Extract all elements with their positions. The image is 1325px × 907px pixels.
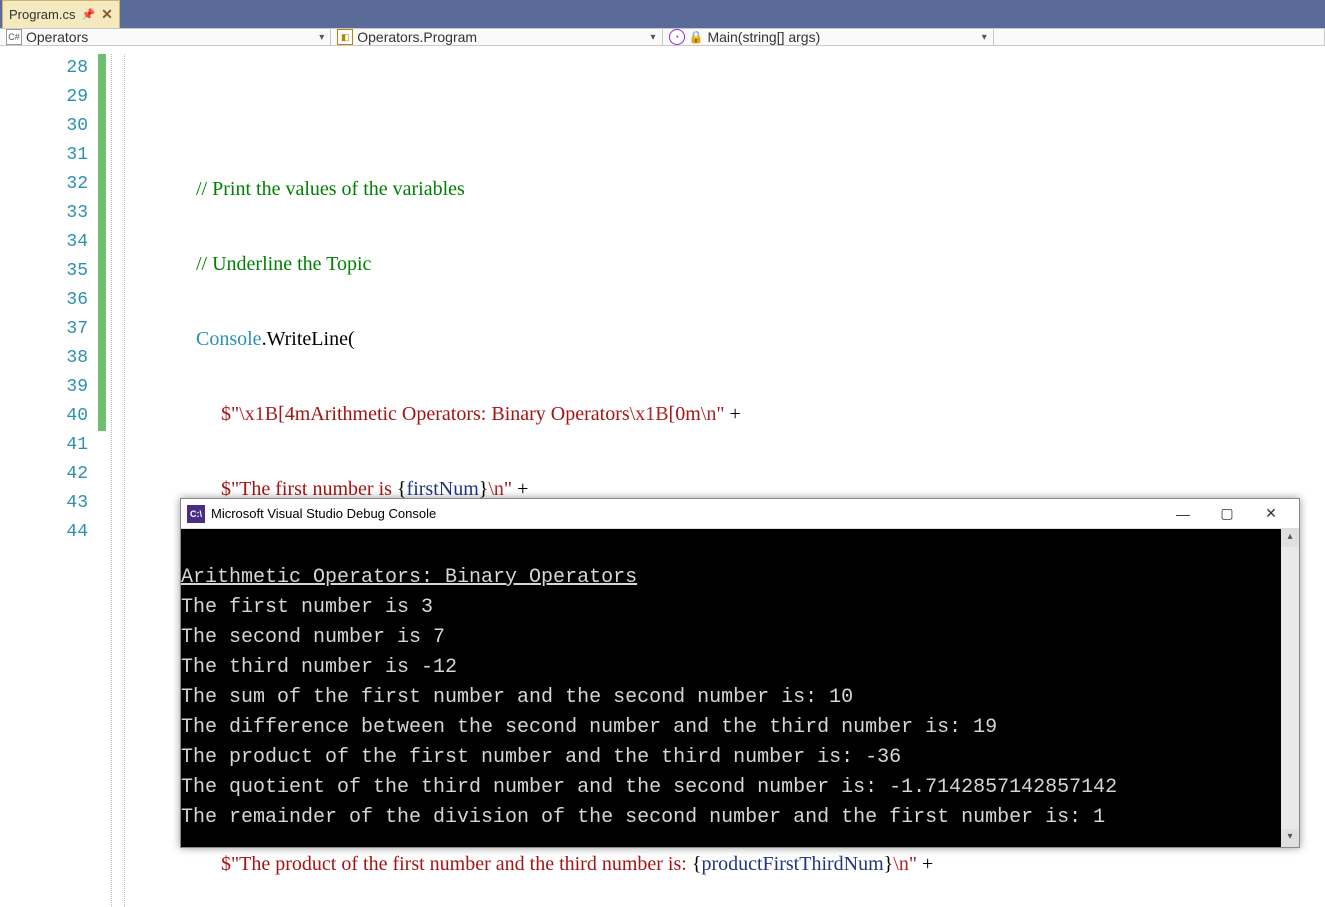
breadcrumb-namespace[interactable]: C# Operators ▾ [0, 29, 331, 45]
change-indicator [98, 54, 106, 431]
tab-bar: Program.cs 📌 ✕ [0, 0, 1325, 28]
console-line: The difference between the second number… [181, 716, 997, 739]
line-number: 39 [0, 373, 98, 402]
scroll-up-icon[interactable]: ▴ [1281, 529, 1299, 547]
console-line: The remainder of the division of the sec… [181, 806, 1105, 829]
console-app-icon: C:\ [187, 505, 205, 523]
console-output[interactable]: Arithmetic Operators: Binary Operators T… [181, 529, 1299, 847]
console-title-bar[interactable]: C:\ Microsoft Visual Studio Debug Consol… [181, 499, 1299, 529]
breadcrumb-method[interactable]: ◔ 🔒 Main(string[] args) ▾ [663, 29, 994, 45]
line-number: 30 [0, 112, 98, 141]
line-number: 35 [0, 257, 98, 286]
console-line: The product of the first number and the … [181, 746, 901, 769]
line-number: 33 [0, 199, 98, 228]
fold-gutter[interactable] [106, 46, 136, 907]
close-button[interactable]: ✕ [1249, 505, 1293, 522]
line-number: 41 [0, 431, 98, 460]
csharp-file-icon: C# [6, 29, 22, 45]
line-number: 40 [0, 402, 98, 431]
chevron-down-icon[interactable]: ▾ [982, 32, 987, 43]
line-number: 34 [0, 228, 98, 257]
class-icon: ◧ [337, 29, 353, 45]
line-number: 32 [0, 170, 98, 199]
console-line: The sum of the first number and the seco… [181, 686, 853, 709]
line-number-gutter: 28 29 30 31 32 33 34 35 36 37 38 39 40 4… [0, 46, 98, 907]
code-comment: // Print the values of the variables [196, 178, 465, 200]
line-number: 44 [0, 518, 98, 547]
line-number: 31 [0, 141, 98, 170]
line-number: 28 [0, 54, 98, 83]
console-line: The second number is 7 [181, 626, 445, 649]
breadcrumb-split[interactable] [994, 29, 1325, 45]
maximize-button[interactable]: ▢ [1205, 505, 1249, 522]
console-line: The third number is -12 [181, 656, 457, 679]
scroll-down-icon[interactable]: ▾ [1281, 829, 1299, 847]
line-number: 29 [0, 83, 98, 112]
code-comment: // Underline the Topic [196, 253, 371, 275]
chevron-down-icon[interactable]: ▾ [650, 32, 655, 43]
console-line: Arithmetic Operators: Binary Operators [181, 566, 637, 589]
line-number: 37 [0, 315, 98, 344]
method-icon: ◔ [669, 29, 685, 45]
pin-icon[interactable]: 📌 [81, 8, 95, 21]
line-number: 36 [0, 286, 98, 315]
line-number: 43 [0, 489, 98, 518]
console-title-label: Microsoft Visual Studio Debug Console [211, 506, 436, 521]
breadcrumb-class-label: Operators.Program [357, 29, 477, 45]
console-line: The quotient of the third number and the… [181, 776, 1117, 799]
code-type: Console [196, 328, 262, 350]
console-line: The first number is 3 [181, 596, 433, 619]
close-tab-icon[interactable]: ✕ [101, 6, 113, 23]
file-tab[interactable]: Program.cs 📌 ✕ [2, 0, 120, 28]
debug-console-window[interactable]: C:\ Microsoft Visual Studio Debug Consol… [180, 498, 1300, 848]
line-number: 42 [0, 460, 98, 489]
lock-icon: 🔒 [689, 30, 704, 44]
minimize-button[interactable]: — [1161, 506, 1205, 522]
console-scrollbar[interactable]: ▴ ▾ [1281, 529, 1299, 847]
file-tab-label: Program.cs [9, 7, 75, 22]
chevron-down-icon[interactable]: ▾ [319, 32, 324, 43]
breadcrumb-method-label: Main(string[] args) [707, 29, 820, 45]
breadcrumb-bar: C# Operators ▾ ◧ Operators.Program ▾ ◔ 🔒… [0, 28, 1325, 46]
line-number: 38 [0, 344, 98, 373]
breadcrumb-namespace-label: Operators [26, 29, 88, 45]
breadcrumb-class[interactable]: ◧ Operators.Program ▾ [331, 29, 662, 45]
code-text: .WriteLine( [262, 328, 355, 350]
